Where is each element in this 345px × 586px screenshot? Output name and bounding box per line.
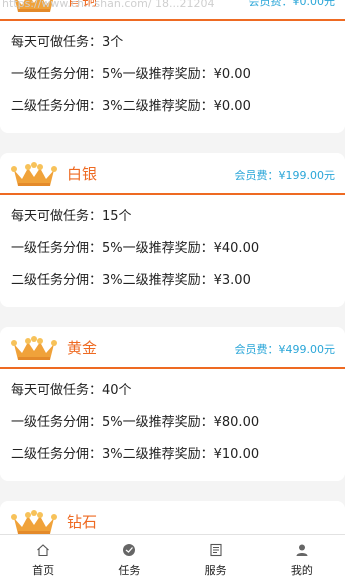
bottom-tab-bar: 首页 任务 服务 我的 <box>0 534 345 586</box>
level-card-silver: 白银 会员费：¥199.00元 每天可做任务：15个 一级任务分佣：5%一级推荐… <box>0 153 345 307</box>
crown-icon <box>15 0 53 12</box>
level2-commission: 二级任务分佣：3%二级推荐奖励：¥3.00 <box>11 273 251 288</box>
tab-label: 任务 <box>118 564 141 577</box>
crown-icon <box>11 510 57 534</box>
card-header: 钻石 <box>0 501 345 534</box>
home-icon <box>37 544 49 557</box>
level2-commission: 二级任务分佣：3%二级推荐奖励：¥10.00 <box>11 447 260 462</box>
tab-label: 我的 <box>290 564 313 577</box>
membership-fee: 会员费：¥199.00元 <box>234 169 336 182</box>
level1-commission: 一级任务分佣：5%一级推荐奖励：¥80.00 <box>11 415 260 430</box>
daily-tasks: 每天可做任务：3个 <box>11 35 124 50</box>
level-name: 黄金 <box>67 339 98 357</box>
level-card-diamond: 钻石 <box>0 501 345 534</box>
user-icon <box>296 544 308 556</box>
level-card-gold: 黄金 会员费：¥499.00元 每天可做任务：40个 一级任务分佣：5%一级推荐… <box>0 327 345 481</box>
membership-fee: 会员费：¥0.00元 <box>248 0 336 8</box>
crown-icon <box>11 162 57 186</box>
tab-label: 服务 <box>204 564 227 577</box>
card-header: 青铜 会员费：¥0.00元 <box>0 0 345 21</box>
crown-icon <box>11 336 57 360</box>
level-name: 钻石 <box>67 513 98 531</box>
tab-label: 首页 <box>32 564 55 577</box>
tab-service[interactable]: 服务 <box>173 535 259 586</box>
membership-fee: 会员费：¥499.00元 <box>234 343 336 356</box>
level-card-bronze: 青铜 会员费：¥0.00元 每天可做任务：3个 一级任务分佣：5%一级推荐奖励：… <box>0 0 345 133</box>
level-name: 白银 <box>67 165 98 183</box>
level1-commission: 一级任务分佣：5%一级推荐奖励：¥40.00 <box>11 241 260 256</box>
tab-home[interactable]: 首页 <box>0 535 86 586</box>
member-levels-list[interactable]: 青铜 会员费：¥0.00元 每天可做任务：3个 一级任务分佣：5%一级推荐奖励：… <box>0 0 345 534</box>
card-header: 白银 会员费：¥199.00元 <box>0 153 345 195</box>
level2-commission: 二级任务分佣：3%二级推荐奖励：¥0.00 <box>11 99 251 114</box>
level-name: 青铜 <box>67 0 98 9</box>
card-header: 黄金 会员费：¥499.00元 <box>0 327 345 369</box>
daily-tasks: 每天可做任务：15个 <box>11 209 132 224</box>
tab-task[interactable]: 任务 <box>86 535 172 586</box>
tab-mine[interactable]: 我的 <box>259 535 345 586</box>
daily-tasks: 每天可做任务：40个 <box>11 383 132 398</box>
task-icon <box>123 544 136 556</box>
level1-commission: 一级任务分佣：5%一级推荐奖励：¥0.00 <box>11 67 251 82</box>
service-icon <box>210 543 222 557</box>
